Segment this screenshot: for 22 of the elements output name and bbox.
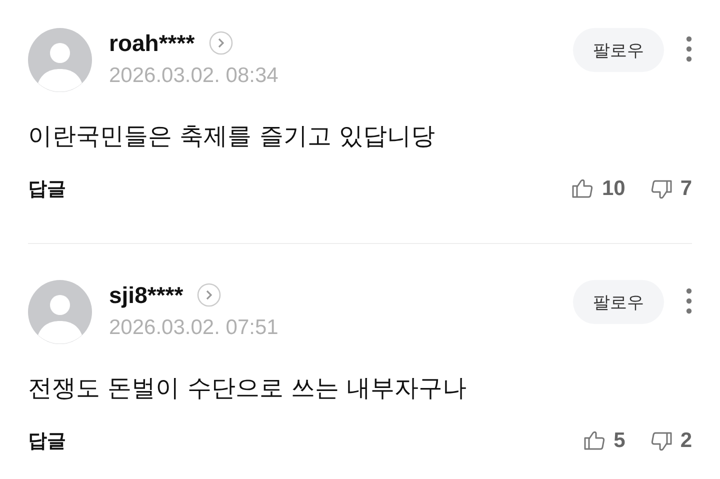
more-icon[interactable] — [686, 288, 692, 314]
thumbs-up-icon[interactable] — [582, 429, 607, 453]
thumbs-up-icon[interactable] — [570, 177, 595, 201]
comment-text: 전쟁도 돈벌이 수단으로 쓰는 내부자구나 — [28, 373, 468, 404]
avatar-icon — [28, 280, 92, 344]
like-count: 5 — [614, 429, 626, 453]
reply-link[interactable]: 답글 — [28, 428, 66, 454]
follow-button[interactable]: 팔로우 — [573, 28, 664, 72]
timestamp: 2026.03.02. 07:51 — [109, 316, 280, 340]
chevron-icon[interactable] — [208, 31, 233, 55]
avatar-icon — [28, 28, 92, 92]
more-icon[interactable] — [686, 36, 692, 62]
username[interactable]: roah**** — [109, 30, 195, 56]
timestamp: 2026.03.02. 08:34 — [109, 64, 280, 88]
follow-button[interactable]: 팔로우 — [573, 280, 664, 324]
username[interactable]: sji8**** — [109, 282, 184, 308]
reply-link[interactable]: 답글 — [28, 176, 66, 202]
comment-text: 이란국민들은 축제를 즐기고 있답니당 — [28, 121, 436, 152]
chevron-icon[interactable] — [197, 283, 222, 307]
dislike-count: 2 — [680, 429, 692, 453]
like-count: 10 — [602, 177, 626, 201]
dislike-count: 7 — [680, 177, 692, 201]
